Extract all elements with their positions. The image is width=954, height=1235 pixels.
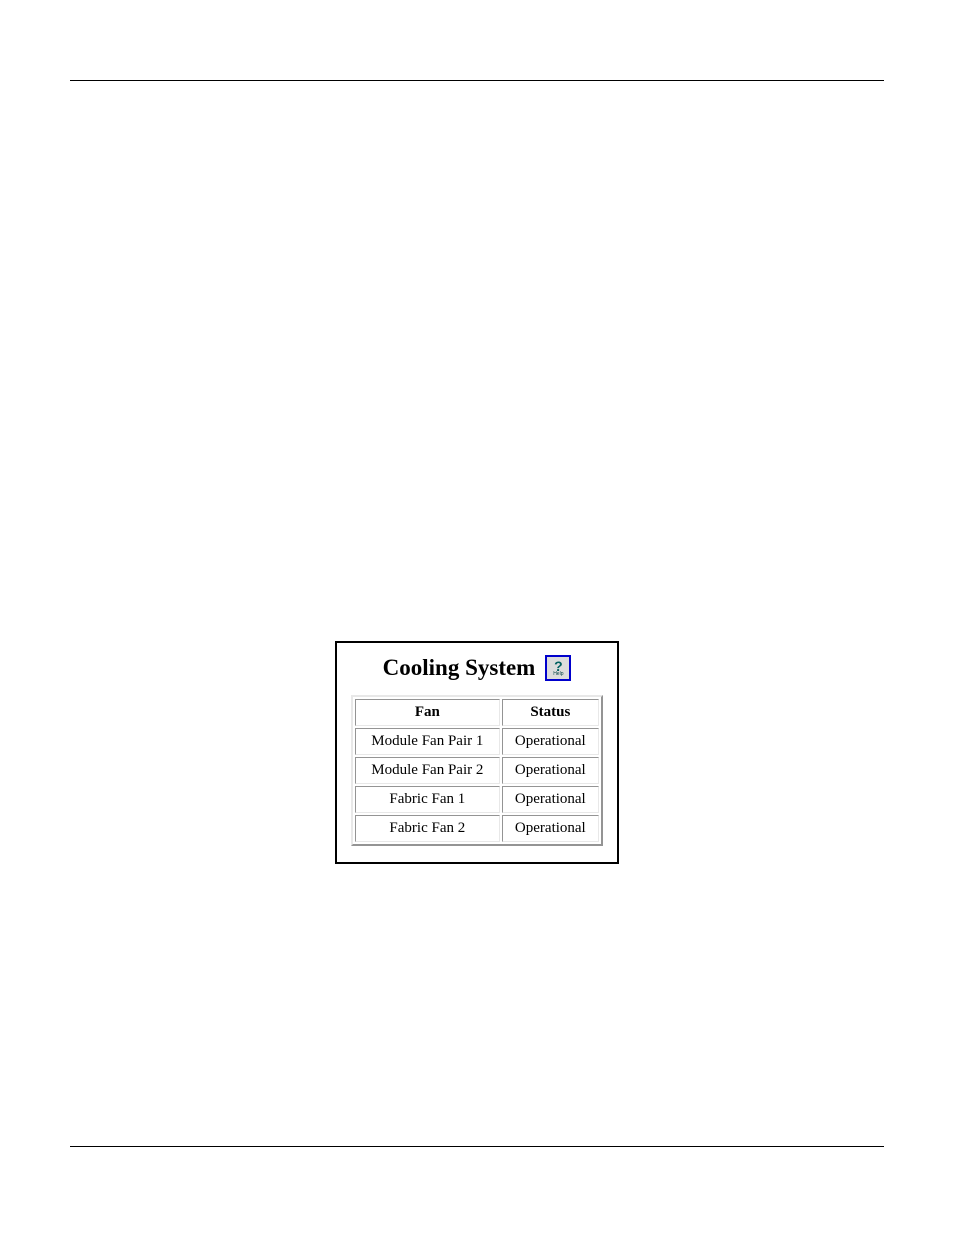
- top-horizontal-rule: [70, 80, 884, 81]
- table-header-row: Fan Status: [355, 699, 599, 726]
- page: Cooling System ? Help Fan Status Module …: [0, 0, 954, 1235]
- panel-header: Cooling System ? Help: [351, 655, 603, 681]
- cell-fan-status: Operational: [502, 815, 599, 842]
- panel-title: Cooling System: [383, 655, 536, 681]
- cell-fan-name: Fabric Fan 2: [355, 815, 500, 842]
- table-row: Fabric Fan 2 Operational: [355, 815, 599, 842]
- table-row: Fabric Fan 1 Operational: [355, 786, 599, 813]
- cell-fan-status: Operational: [502, 757, 599, 784]
- bottom-horizontal-rule: [70, 1146, 884, 1147]
- help-icon-label: Help: [553, 672, 563, 677]
- cell-fan-status: Operational: [502, 728, 599, 755]
- panel-wrapper: Cooling System ? Help Fan Status Module …: [70, 641, 884, 864]
- cell-fan-name: Module Fan Pair 1: [355, 728, 500, 755]
- cooling-system-panel: Cooling System ? Help Fan Status Module …: [335, 641, 619, 864]
- column-header-fan: Fan: [355, 699, 500, 726]
- table-row: Module Fan Pair 2 Operational: [355, 757, 599, 784]
- cell-fan-name: Fabric Fan 1: [355, 786, 500, 813]
- fan-status-table: Fan Status Module Fan Pair 1 Operational…: [351, 695, 603, 846]
- help-icon[interactable]: ? Help: [545, 655, 571, 681]
- column-header-status: Status: [502, 699, 599, 726]
- table-row: Module Fan Pair 1 Operational: [355, 728, 599, 755]
- cell-fan-status: Operational: [502, 786, 599, 813]
- cell-fan-name: Module Fan Pair 2: [355, 757, 500, 784]
